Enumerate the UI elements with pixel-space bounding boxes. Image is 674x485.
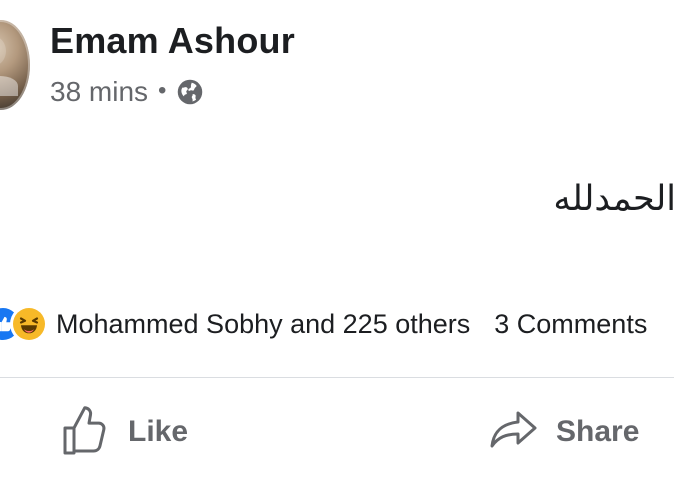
meta-separator: • [158,77,167,104]
globe-icon[interactable] [176,78,204,106]
haha-icon [12,307,46,341]
thumbs-up-icon [60,405,114,459]
share-label: Share [556,415,640,448]
divider [0,377,674,378]
avatar[interactable] [0,20,30,110]
reaction-icons [0,307,46,341]
post-actions: Like Share [0,400,674,464]
share-icon [488,405,542,459]
post-meta: 38 mins • [50,74,204,110]
comments-link[interactable]: 3 Comments [494,309,647,340]
like-label: Like [128,415,189,448]
author-name[interactable]: Emam Ashour [50,20,295,62]
reactions-summary[interactable]: Mohammed Sobhy and 225 others 3 Comments [0,302,647,346]
post-content: الحمدلله [553,179,674,219]
reactors-text[interactable]: Mohammed Sobhy and 225 others [56,309,470,340]
share-button[interactable]: Share [488,400,639,464]
post-time[interactable]: 38 mins [50,76,148,108]
like-button[interactable]: Like [60,400,188,464]
facebook-post: Emam Ashour 38 mins • الحمدلله Mohammed … [0,0,674,485]
